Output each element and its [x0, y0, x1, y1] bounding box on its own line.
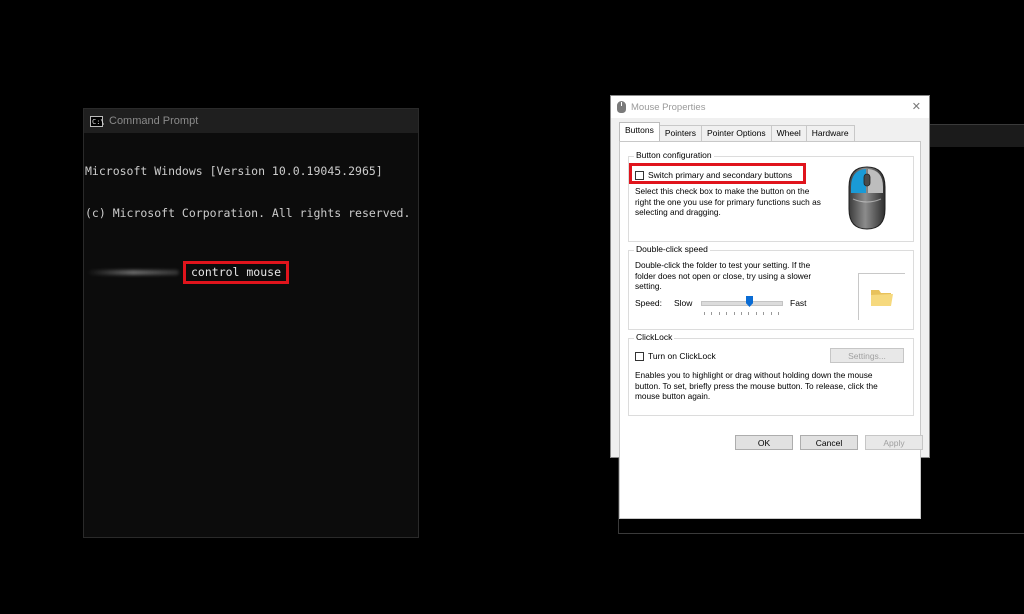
clicklock-checkbox[interactable] — [635, 352, 644, 362]
cmd-titlebar[interactable]: C:\ Command Prompt — [84, 109, 418, 133]
folder-icon[interactable] — [870, 286, 894, 308]
mouse-properties-dialog: Mouse Properties ✕ Buttons Pointers Poin… — [610, 95, 930, 519]
fast-label: Fast — [790, 298, 807, 308]
slider-tick — [733, 312, 735, 315]
slider-tick — [704, 312, 705, 315]
cmd-icon: C:\ — [90, 115, 105, 127]
slider-tick — [711, 312, 713, 315]
close-icon[interactable]: ✕ — [912, 100, 921, 113]
group-title: ClickLock — [634, 332, 675, 342]
slow-label: Slow — [674, 298, 693, 308]
slider-tick — [778, 312, 779, 315]
speed-label: Speed: — [635, 298, 662, 308]
cancel-button[interactable]: Cancel — [800, 435, 858, 450]
group-title: Double-click speed — [634, 244, 710, 254]
clicklock-row[interactable]: Turn on ClickLock — [635, 351, 716, 362]
tab-wheel[interactable]: Wheel — [770, 125, 807, 141]
slider-tick — [726, 312, 728, 315]
double-click-description: Double-click the folder to test your set… — [635, 260, 812, 291]
blurred-prompt-path — [87, 270, 179, 275]
mouse-icon — [617, 101, 626, 113]
slider-tick — [718, 312, 720, 315]
cmd-window-title: Command Prompt — [109, 115, 199, 127]
slider-tick — [755, 312, 757, 315]
slider-tick — [770, 312, 772, 315]
tab-pointer-options[interactable]: Pointer Options — [701, 125, 772, 141]
folder-test-area[interactable] — [858, 273, 905, 320]
clicklock-group: ClickLock Turn on ClickLock Settings... … — [628, 332, 914, 416]
cmd-input-line: control mouse — [85, 261, 418, 284]
cmd-output-line: Microsoft Windows [Version 10.0.19045.29… — [85, 164, 383, 178]
clicklock-description: Enables you to highlight or drag without… — [635, 370, 878, 401]
slider-tick — [741, 312, 742, 315]
apply-button[interactable]: Apply — [865, 435, 923, 450]
cmd-console[interactable]: Microsoft Windows [Version 10.0.19045.29… — [84, 133, 418, 312]
switch-buttons-highlight — [629, 163, 806, 184]
clicklock-label: Turn on ClickLock — [648, 351, 716, 361]
tab-strip: Buttons Pointers Pointer Options Wheel H… — [619, 122, 855, 141]
button-config-description: Select this check box to make the button… — [635, 186, 821, 217]
cmd-output-line: (c) Microsoft Corporation. All rights re… — [85, 206, 411, 220]
tab-hardware[interactable]: Hardware — [805, 125, 855, 141]
dialog-titlebar[interactable]: Mouse Properties ✕ — [611, 96, 929, 118]
dialog-title: Mouse Properties — [631, 101, 706, 113]
speed-slider-track[interactable] — [701, 301, 783, 306]
command-prompt-window: C:\ Command Prompt Microsoft Windows [Ve… — [83, 108, 419, 538]
typed-command: control mouse — [183, 261, 290, 284]
mouse-illustration — [848, 166, 886, 230]
group-title: Button configuration — [634, 150, 714, 160]
double-click-speed-group: Double-click speed Double-click the fold… — [628, 244, 914, 330]
tab-buttons[interactable]: Buttons — [619, 122, 660, 141]
clicklock-settings-button[interactable]: Settings... — [830, 348, 904, 363]
tab-pointers[interactable]: Pointers — [658, 125, 703, 141]
slider-tick — [763, 312, 765, 315]
ok-button[interactable]: OK — [735, 435, 793, 450]
slider-tick — [748, 312, 750, 315]
